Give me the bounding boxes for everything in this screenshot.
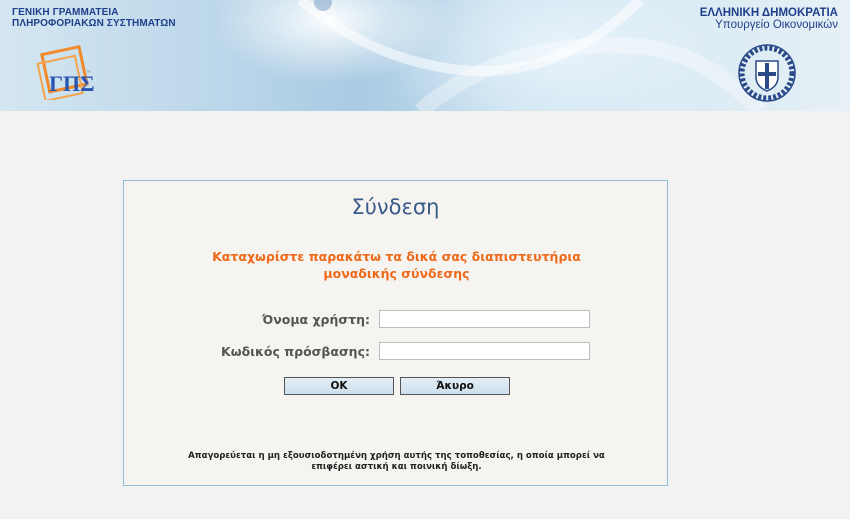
gov-title-line1: ΕΛΛΗΝΙΚΗ ΔΗΜΟΚΡΑΤΙΑ bbox=[699, 7, 838, 19]
login-panel: Σύνδεση Καταχωρίστε παρακάτω τα δικά σας… bbox=[123, 180, 668, 486]
greek-coat-of-arms-icon bbox=[738, 44, 796, 102]
username-input[interactable] bbox=[379, 310, 590, 328]
password-label: Κωδικός πρόσβασης: bbox=[221, 344, 370, 359]
gsis-title-line2: ΠΛΗΡΟΦΟΡΙΑΚΩΝ ΣΥΣΤΗΜΑΤΩΝ bbox=[12, 18, 176, 29]
gsis-title: ΓΕΝΙΚΗ ΓΡΑΜΜΑΤΕΙΑ ΠΛΗΡΟΦΟΡΙΑΚΩΝ ΣΥΣΤΗΜΑΤ… bbox=[12, 7, 176, 29]
gov-title-line2: Υπουργείο Οικονομικών bbox=[715, 19, 838, 31]
login-instructions: Καταχωρίστε παρακάτω τα δικά σας διαπιστ… bbox=[164, 248, 629, 282]
svg-text:™: ™ bbox=[86, 70, 91, 76]
disclaimer-line1: Απαγορεύεται η μη εξουσιοδοτημένη χρήση … bbox=[188, 451, 605, 461]
ok-button[interactable]: OK bbox=[284, 377, 394, 395]
gsis-logo-icon: ΓΠΣ ™ bbox=[36, 44, 95, 100]
login-title: Σύνδεση bbox=[351, 195, 440, 219]
header-banner: ΓΕΝΙΚΗ ΓΡΑΜΜΑΤΕΙΑ ΠΛΗΡΟΦΟΡΙΑΚΩΝ ΣΥΣΤΗΜΑΤ… bbox=[0, 0, 850, 111]
cancel-button[interactable]: Άκυρο bbox=[400, 377, 510, 395]
username-label: Όνομα χρήστη: bbox=[262, 312, 370, 327]
gsis-title-line1: ΓΕΝΙΚΗ ΓΡΑΜΜΑΤΕΙΑ bbox=[12, 7, 119, 18]
disclaimer-line2: επιφέρει αστική και ποινική δίωξη. bbox=[311, 462, 482, 472]
instructions-line1: Καταχωρίστε παρακάτω τα δικά σας διαπιστ… bbox=[212, 249, 581, 264]
government-title: ΕΛΛΗΝΙΚΗ ΔΗΜΟΚΡΑΤΙΑ Υπουργείο Οικονομικώ… bbox=[700, 7, 838, 32]
disclaimer: Απαγορεύεται η μη εξουσιοδοτημένη χρήση … bbox=[144, 451, 649, 473]
password-input[interactable] bbox=[379, 342, 590, 360]
instructions-line2: μοναδικής σύνδεσης bbox=[323, 266, 470, 281]
